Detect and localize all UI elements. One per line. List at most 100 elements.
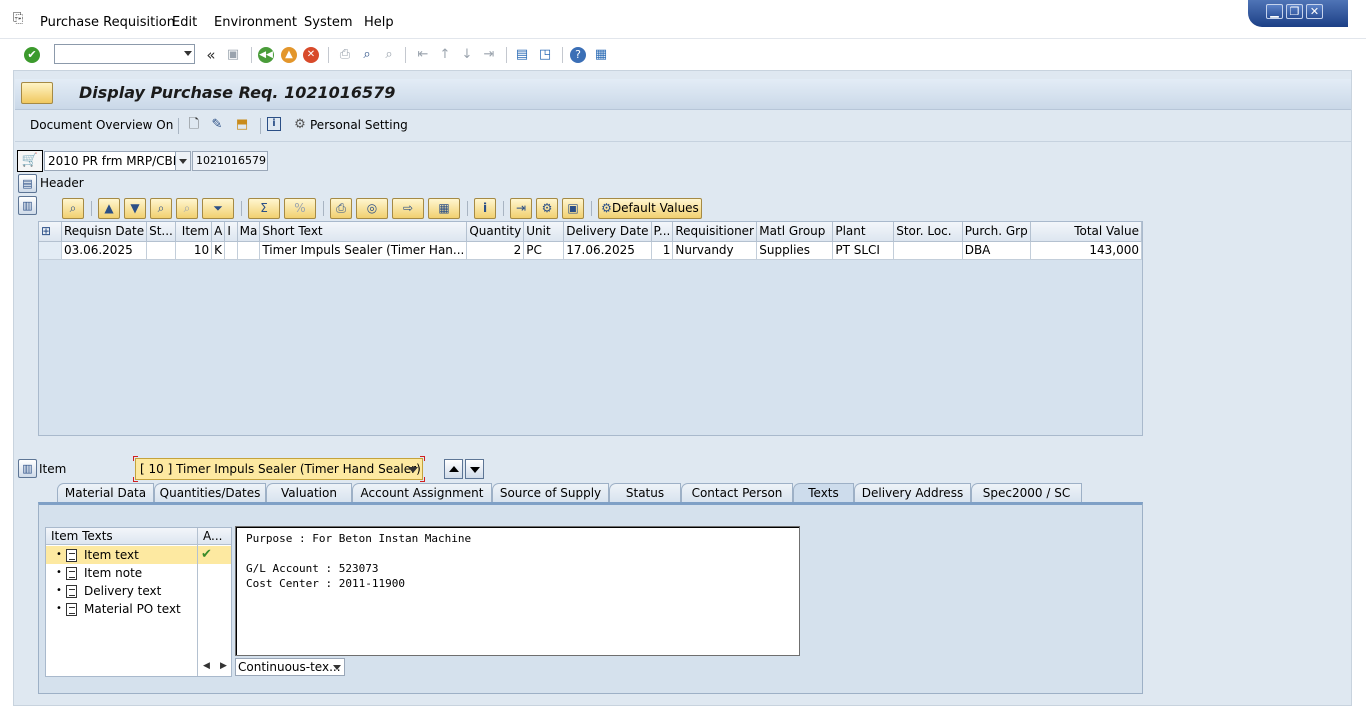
grid-find-icon[interactable]: ⌕ [150, 198, 172, 219]
customize-layout-icon[interactable]: ▦ [592, 46, 610, 64]
tab-quantities-dates[interactable]: Quantities/Dates [154, 483, 266, 503]
menu-environment[interactable]: Environment [214, 15, 297, 30]
back-icon[interactable]: ◀◀ [258, 47, 274, 63]
col-requisn-date[interactable]: Requisn Date [61, 222, 148, 242]
tree-item-material-po-text[interactable]: • Material PO text [46, 600, 231, 618]
next-item-button[interactable] [465, 459, 484, 479]
personal-setting-button[interactable]: Personal Setting [310, 118, 408, 132]
command-field[interactable] [54, 44, 195, 64]
layout-icon[interactable]: ▦ [428, 198, 460, 219]
find-icon[interactable]: ⌕ [358, 46, 376, 64]
col-total-value[interactable]: Total Value [1030, 222, 1143, 242]
scroll-right-icon[interactable]: ▶ [220, 661, 227, 671]
views-icon[interactable]: ◎ [356, 198, 388, 219]
col-p[interactable]: P... [651, 222, 674, 242]
print-icon[interactable]: ⎙ [336, 46, 354, 64]
app-menu-icon[interactable]: ⎘ [13, 12, 29, 26]
find-next-icon[interactable]: ⌕ [380, 46, 398, 64]
previous-item-button[interactable] [444, 459, 463, 479]
menu-purchase-requisition[interactable]: Purchase Requisition [40, 15, 175, 30]
select-all-icon[interactable]: ⇥ [510, 198, 532, 219]
detail-icon[interactable]: ⌕ [62, 198, 84, 219]
tab-source-of-supply[interactable]: Source of Supply [492, 483, 609, 503]
tab-material-data[interactable]: Material Data [57, 483, 154, 503]
tree-item-item-text[interactable]: • Item text ✔ [46, 546, 231, 564]
col-matl-group[interactable]: Matl Group [756, 222, 834, 242]
change-display-icon[interactable]: ✎ [209, 117, 225, 133]
save-icon[interactable]: ▣ [224, 46, 242, 64]
shortcut-icon[interactable]: ◳ [536, 46, 554, 64]
col-i[interactable]: I [224, 222, 238, 242]
last-page-icon[interactable]: ⇥ [480, 46, 498, 64]
personal-setting-icon[interactable]: ⚙ [292, 117, 308, 133]
restore-button[interactable]: ❐ [1286, 4, 1303, 19]
text-editor[interactable]: Purpose : For Beton Instan Machine G/L A… [235, 526, 800, 656]
grid-select-all[interactable]: ⊞ [39, 222, 62, 242]
chevron-down-icon[interactable] [175, 152, 190, 170]
col-item[interactable]: Item [175, 222, 213, 242]
tree-item-item-note[interactable]: • Item note [46, 564, 231, 582]
col-status[interactable]: St... [146, 222, 176, 242]
grid-info-icon[interactable]: i [474, 198, 496, 219]
first-page-icon[interactable]: ⇤ [414, 46, 432, 64]
screen-menu-button[interactable] [21, 82, 53, 104]
subtotal-icon[interactable]: % [284, 198, 316, 219]
col-stor-loc[interactable]: Stor. Loc. [893, 222, 963, 242]
collapse-command-icon[interactable]: « [202, 46, 220, 64]
col-a-status[interactable]: A... [198, 528, 231, 545]
cell-quantity[interactable]: 2 [466, 241, 525, 260]
menu-system[interactable]: System [304, 15, 352, 30]
tree-item-delivery-text[interactable]: • Delivery text [46, 582, 231, 600]
create-document-icon[interactable]: 🗋 [186, 117, 202, 133]
cell-p[interactable]: 1 [651, 241, 674, 260]
sort-ascending-icon[interactable]: ▲ [98, 198, 120, 219]
cell-plant[interactable]: PT SLCI [832, 241, 895, 260]
hold-icon[interactable]: ⬒ [234, 117, 250, 133]
sort-descending-icon[interactable]: ▼ [124, 198, 146, 219]
cell-delivery-date[interactable]: 17.06.2025 [563, 241, 652, 260]
table-row[interactable]: 03.06.2025 10 K Timer Impuls Sealer (Tim… [39, 241, 1143, 260]
cell-matl-group[interactable]: Supplies [756, 241, 834, 260]
item-detail-collapse-button[interactable]: ▥ [18, 459, 37, 478]
menu-edit[interactable]: Edit [172, 15, 197, 30]
scroll-left-icon[interactable]: ◀ [203, 661, 210, 671]
col-delivery-date[interactable]: Delivery Date [563, 222, 652, 242]
minimize-button[interactable]: ▁ [1266, 4, 1283, 19]
cell-short-text[interactable]: Timer Impuls Sealer (Timer Han... [259, 241, 468, 260]
account-icon[interactable]: ⚙ [536, 198, 558, 219]
item-select[interactable]: [ 10 ] Timer Impuls Sealer (Timer Hand S… [135, 458, 423, 480]
close-button[interactable]: ✕ [1306, 4, 1323, 19]
cancel-icon[interactable]: ✕ [303, 47, 319, 63]
previous-page-icon[interactable]: ↑ [436, 46, 454, 64]
col-requisitioner[interactable]: Requisitioner [672, 222, 758, 242]
col-unit[interactable]: Unit [523, 222, 565, 242]
header-expand-button[interactable]: ▤ [18, 174, 37, 193]
col-purch-grp[interactable]: Purch. Grp [962, 222, 1031, 242]
cell-total-value[interactable]: 143,000 [1030, 241, 1143, 260]
next-page-icon[interactable]: ↓ [458, 46, 476, 64]
chevron-down-icon[interactable] [408, 467, 418, 473]
tab-contact-person[interactable]: Contact Person [681, 483, 793, 503]
filter-icon[interactable]: ⏷ [202, 198, 234, 219]
cell-requisn-date[interactable]: 03.06.2025 [61, 241, 148, 260]
new-session-icon[interactable]: ▤ [513, 46, 531, 64]
col-item-texts[interactable]: Item Texts [46, 528, 197, 545]
tab-status[interactable]: Status [609, 483, 681, 503]
col-short-text[interactable]: Short Text [259, 222, 468, 242]
col-a[interactable]: A [211, 222, 226, 242]
info-icon[interactable]: i [267, 117, 281, 131]
cart-icon[interactable]: 🛒 [17, 150, 43, 172]
document-overview-button[interactable]: Document Overview On [30, 118, 173, 132]
item-overview-collapse-button[interactable]: ▥ [18, 196, 37, 215]
tab-account-assignment[interactable]: Account Assignment [352, 483, 492, 503]
menu-help[interactable]: Help [364, 15, 394, 30]
cell-stor-loc[interactable] [893, 241, 963, 260]
tab-valuation[interactable]: Valuation [266, 483, 352, 503]
cell-requisitioner[interactable]: Nurvandy [672, 241, 758, 260]
text-editor-content[interactable]: Purpose : For Beton Instan Machine G/L A… [236, 527, 799, 595]
tab-spec2000-sc[interactable]: Spec2000 / SC [971, 483, 1082, 503]
col-ma[interactable]: Ma [237, 222, 261, 242]
tab-texts[interactable]: Texts [793, 483, 854, 504]
cell-item[interactable]: 10 [175, 241, 213, 260]
document-number-field[interactable]: 1021016579 [192, 151, 268, 171]
